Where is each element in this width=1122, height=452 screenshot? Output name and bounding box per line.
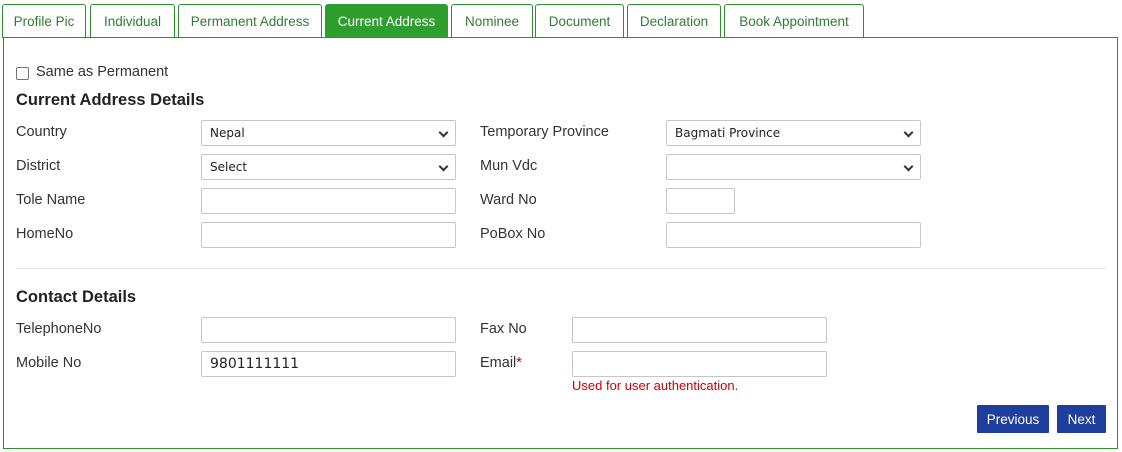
home-no-label: HomeNo [16,226,74,242]
district-label: District [16,158,61,174]
section-divider [16,268,1106,269]
country-label: Country [16,124,67,140]
chevron-down-icon [903,161,914,172]
mobile-no-input[interactable]: 9801111111 [201,351,456,377]
email-input[interactable] [572,351,827,377]
temporary-province-label: Temporary Province [480,124,609,140]
district-value: Select [210,160,248,174]
tab-document[interactable]: Document [535,4,624,38]
email-label-text: Email [480,355,517,371]
tole-name-input[interactable] [201,188,456,214]
next-button[interactable]: Next [1057,405,1106,433]
temporary-province-value: Bagmati Province [675,126,781,140]
same-as-permanent-checkbox[interactable] [16,66,29,80]
same-as-permanent-row: Same as Permanent [16,64,168,80]
country-select[interactable]: Nepal [201,120,456,146]
telephone-label: TelephoneNo [16,321,102,337]
current-address-title: Current Address Details [16,91,205,109]
tab-nominee[interactable]: Nominee [451,4,533,38]
pobox-no-label: PoBox No [480,226,546,242]
mobile-no-label: Mobile No [16,355,82,371]
required-mark: * [516,355,522,371]
mun-vdc-select[interactable] [666,154,921,180]
tab-profile-pic[interactable]: Profile Pic [2,4,86,38]
previous-button[interactable]: Previous [977,405,1049,433]
telephone-input[interactable] [201,317,456,343]
ward-no-input[interactable] [666,188,735,214]
mun-vdc-label: Mun Vdc [480,158,538,174]
home-no-input[interactable] [201,222,456,248]
tab-permanent-address[interactable]: Permanent Address [178,4,322,38]
email-label: Email* [480,355,522,371]
tab-current-address[interactable]: Current Address [325,4,448,38]
district-select[interactable]: Select [201,154,456,180]
tab-declaration[interactable]: Declaration [627,4,721,38]
chevron-down-icon [438,161,449,172]
fax-no-input[interactable] [572,317,827,343]
fax-no-label: Fax No [480,321,527,337]
pobox-no-input[interactable] [666,222,921,248]
chevron-down-icon [438,127,449,138]
tab-individual[interactable]: Individual [90,4,175,38]
contact-details-title: Contact Details [16,288,137,306]
temporary-province-select[interactable]: Bagmati Province [666,120,921,146]
tole-name-label: Tole Name [16,192,86,208]
email-hint: Used for user authentication. [572,378,739,393]
tab-book-appointment[interactable]: Book Appointment [724,4,864,38]
chevron-down-icon [903,127,914,138]
country-value: Nepal [210,126,245,140]
ward-no-label: Ward No [480,192,537,208]
current-address-panel: Same as Permanent Current Address Detail… [3,37,1118,449]
same-as-permanent-label: Same as Permanent [36,64,169,80]
